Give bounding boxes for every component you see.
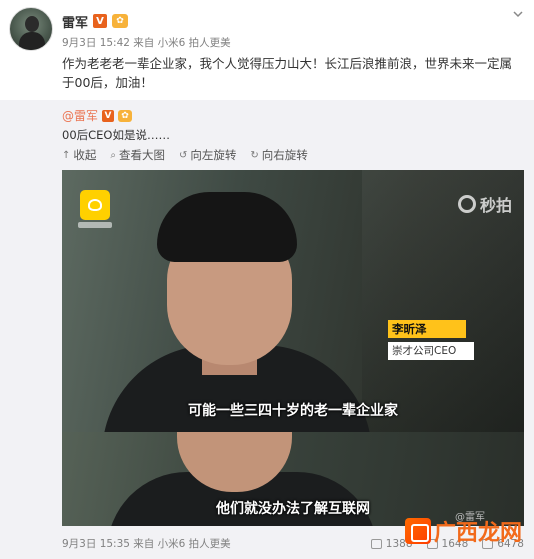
zoom-icon: ⌕ bbox=[110, 149, 116, 161]
avatar-figure-body bbox=[19, 32, 45, 50]
app-logo-icon bbox=[80, 190, 110, 220]
miaopai-logo-icon bbox=[457, 195, 476, 213]
app-logo-caption bbox=[78, 222, 112, 228]
rotate-left-button[interactable]: ↺ 向左旋转 bbox=[179, 147, 236, 163]
share-icon bbox=[370, 538, 382, 549]
verified-badge-icon: V bbox=[102, 109, 115, 122]
repost-author-row: @雷军 V ✿ bbox=[62, 107, 133, 124]
subtitle-line-1: 可能一些三四十岁的老一辈企业家 bbox=[188, 403, 398, 419]
repost-meta: 9月3日 15:35 来自 小米6 拍人更美 bbox=[62, 538, 231, 550]
rotate-right-label: 向右旋转 bbox=[261, 148, 308, 162]
miaopai-label: 秒拍 bbox=[479, 196, 512, 215]
collapse-label: 收起 bbox=[73, 148, 97, 162]
member-badge-icon: ✿ bbox=[112, 14, 129, 28]
rotate-left-label: 向左旋转 bbox=[190, 148, 237, 162]
person-title-tag: 崇才公司CEO bbox=[388, 342, 474, 360]
repost-text: 00后CEO如是说…… bbox=[62, 128, 170, 142]
media-toolbar: ↑ 收起 ⌕ 查看大图 ↺ 向左旋转 ↻ 向右旋转 bbox=[62, 147, 308, 163]
author-name[interactable]: 雷军 bbox=[62, 12, 88, 31]
verified-badge-icon: V bbox=[93, 14, 108, 28]
rotate-right-icon: ↻ bbox=[250, 149, 259, 161]
member-badge-icon: ✿ bbox=[118, 109, 133, 122]
post-meta: 9月3日 15:42 来自 小米6 拍人更美 bbox=[62, 37, 231, 49]
post-text: 作为老老老一辈企业家，我个人觉得压力山大！长江后浪推前浪，世界未来一定属于00后… bbox=[62, 56, 513, 90]
author-row: 雷军 V ✿ bbox=[62, 12, 129, 31]
person-hair bbox=[157, 192, 297, 262]
avatar-figure-head bbox=[25, 16, 39, 32]
repost-box: @雷军 V ✿ 00后CEO如是说…… ↑ 收起 ⌕ 查看大图 ↺ 向左旋转 ↻… bbox=[0, 100, 534, 559]
miaopai-watermark: 秒拍 bbox=[457, 192, 512, 216]
rotate-left-icon: ↺ bbox=[179, 149, 188, 161]
watermark-text: 广西龙网 bbox=[434, 521, 523, 546]
video-frame-top: 秒拍 李昕泽 崇才公司CEO 可能一些三四十岁的老一辈企业家 bbox=[62, 170, 524, 432]
video-screenshot[interactable]: 秒拍 李昕泽 崇才公司CEO 可能一些三四十岁的老一辈企业家 他们就没办法了解互… bbox=[62, 170, 524, 526]
chevron-down-icon[interactable] bbox=[512, 8, 524, 20]
view-large-label: 查看大图 bbox=[119, 148, 165, 162]
avatar[interactable] bbox=[9, 7, 53, 51]
collapse-icon: ↑ bbox=[62, 149, 71, 161]
repost-author-link[interactable]: @雷军 bbox=[62, 107, 98, 124]
rotate-right-button[interactable]: ↻ 向右旋转 bbox=[250, 147, 307, 163]
view-large-button[interactable]: ⌕ 查看大图 bbox=[110, 147, 165, 163]
person-name-tag: 李昕泽 bbox=[388, 320, 466, 338]
watermark-logo-icon bbox=[405, 518, 431, 544]
site-watermark: 广西龙网 bbox=[405, 515, 522, 547]
collapse-button[interactable]: ↑ 收起 bbox=[62, 147, 96, 163]
